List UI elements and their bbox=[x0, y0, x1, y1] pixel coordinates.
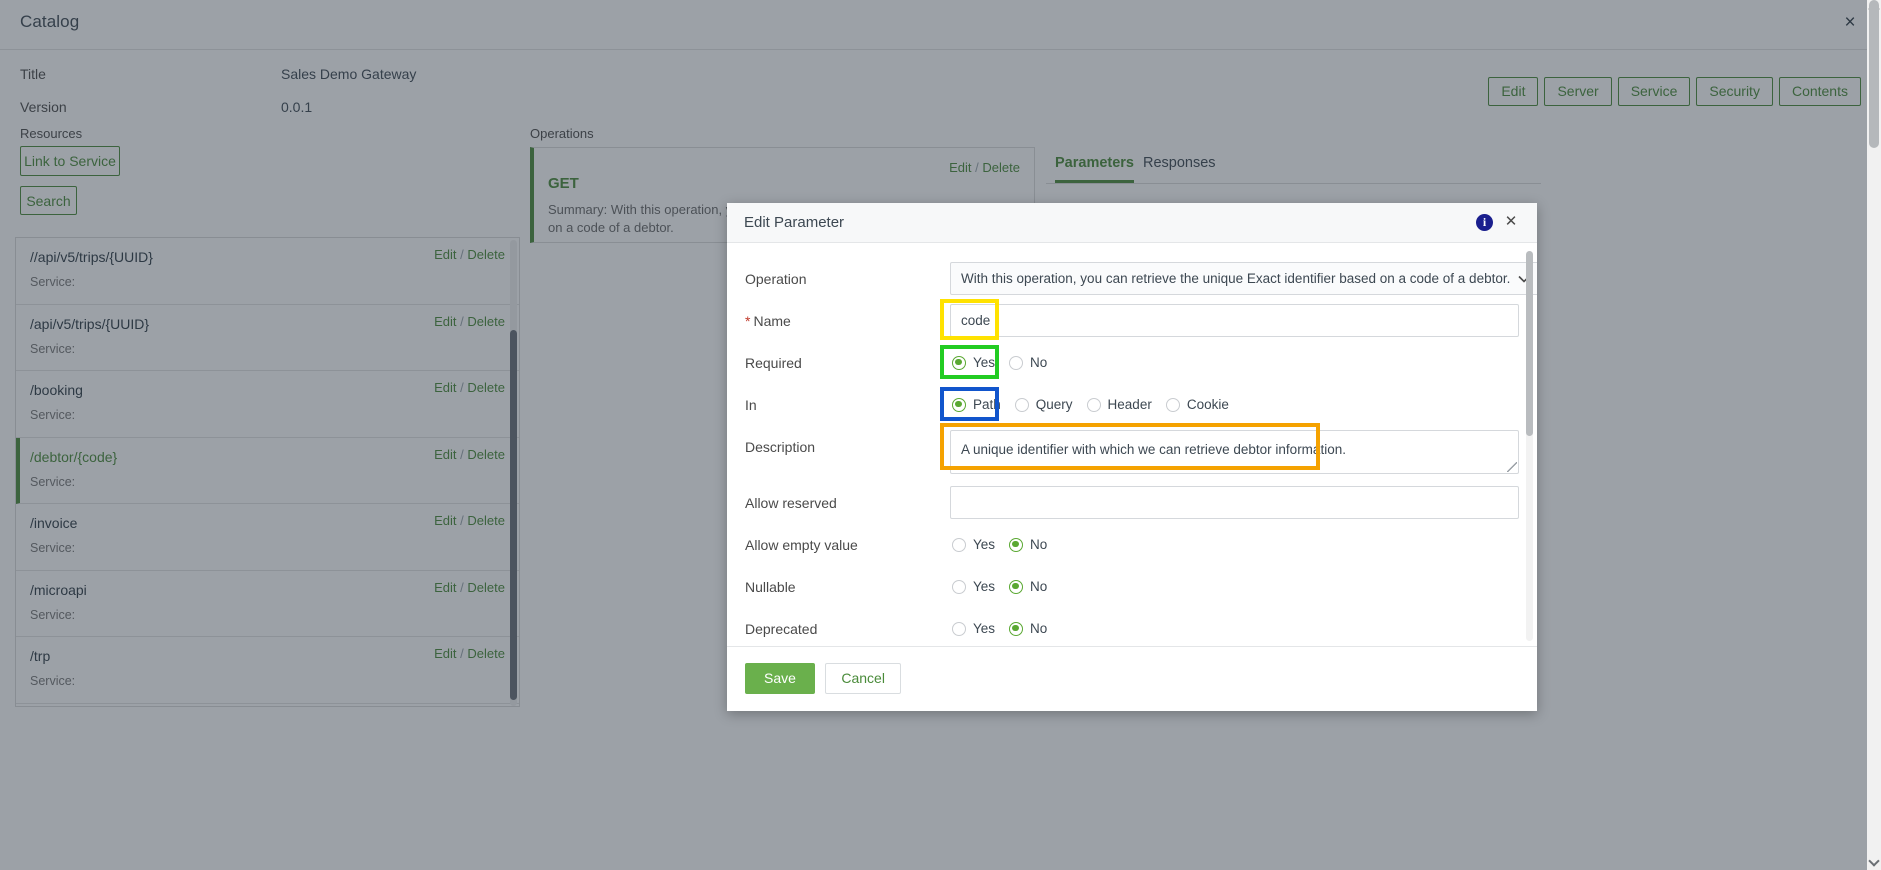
name-input[interactable]: code bbox=[950, 304, 1519, 337]
operation-field-control: With this operation, you can retrieve th… bbox=[950, 262, 1537, 295]
field-row-deprecated: Deprecated Yes No bbox=[745, 612, 1519, 646]
in-field-control: Path Query Header Cookie bbox=[950, 388, 1519, 421]
required-radio-no[interactable]: No bbox=[1007, 353, 1055, 372]
field-row-operation: Operation With this operation, you can r… bbox=[745, 262, 1537, 304]
nullable-no-label: No bbox=[1030, 579, 1048, 594]
field-row-allow-reserved: Allow reserved bbox=[745, 486, 1519, 528]
radio-dot-icon bbox=[1009, 355, 1024, 370]
scrollbar-thumb[interactable] bbox=[1526, 251, 1533, 436]
required-field-control: Yes No bbox=[950, 346, 1519, 379]
nullable-radio-group: Yes No bbox=[950, 570, 1519, 603]
allow-empty-radio-no[interactable]: No bbox=[1007, 535, 1055, 554]
in-field-label: In bbox=[745, 397, 757, 413]
required-radio-group: Yes No bbox=[950, 346, 1519, 379]
save-button[interactable]: Save bbox=[745, 663, 815, 694]
name-field-control: code bbox=[950, 304, 1519, 337]
nullable-field-label: Nullable bbox=[745, 579, 796, 595]
field-row-name: * Name code bbox=[745, 304, 1519, 346]
field-row-in: In Path Query Header Cookie bbox=[745, 388, 1519, 430]
deprecated-radio-group: Yes No bbox=[950, 612, 1519, 645]
operation-select[interactable]: With this operation, you can retrieve th… bbox=[950, 262, 1537, 295]
radio-dot-icon bbox=[952, 397, 966, 412]
allow-empty-no-label: No bbox=[1030, 537, 1048, 552]
deprecated-radio-no[interactable]: No bbox=[1007, 619, 1055, 638]
operation-field-label: Operation bbox=[745, 271, 807, 287]
radio-dot-icon bbox=[952, 537, 966, 552]
dialog-header: Edit Parameter i ✕ bbox=[727, 203, 1537, 243]
radio-dot-icon bbox=[1009, 621, 1024, 636]
radio-dot-icon bbox=[1165, 397, 1180, 412]
field-row-allow-empty-value: Allow empty value Yes No bbox=[745, 528, 1519, 570]
nullable-radio-yes[interactable]: Yes bbox=[950, 577, 1003, 596]
info-icon[interactable]: i bbox=[1476, 214, 1493, 231]
description-field-control: A unique identifier with which we can re… bbox=[950, 430, 1519, 474]
resize-grip-icon[interactable] bbox=[1507, 462, 1517, 472]
radio-dot-icon bbox=[1009, 537, 1024, 552]
scrollbar-thumb[interactable] bbox=[1869, 0, 1879, 148]
page-scrollbar[interactable] bbox=[1867, 0, 1881, 870]
allow-reserved-field-label: Allow reserved bbox=[745, 495, 837, 511]
radio-dot-icon bbox=[952, 621, 966, 636]
radio-dot-icon bbox=[952, 579, 966, 594]
required-radio-yes[interactable]: Yes bbox=[950, 353, 1003, 372]
radio-dot-icon bbox=[1086, 397, 1101, 412]
in-radio-header[interactable]: Header bbox=[1085, 395, 1160, 414]
allow-empty-value-field-label: Allow empty value bbox=[745, 537, 858, 553]
in-option-label: Cookie bbox=[1186, 397, 1229, 412]
nullable-radio-no[interactable]: No bbox=[1007, 577, 1055, 596]
deprecated-yes-label: Yes bbox=[973, 621, 996, 636]
radio-dot-icon bbox=[1014, 397, 1029, 412]
in-option-label: Header bbox=[1107, 397, 1152, 412]
deprecated-radio-yes[interactable]: Yes bbox=[950, 619, 1003, 638]
deprecated-field-control: Yes No bbox=[950, 612, 1519, 645]
in-option-label: Path bbox=[973, 397, 1001, 412]
required-field-label: Required bbox=[745, 355, 802, 371]
allow-reserved-input[interactable] bbox=[950, 486, 1519, 519]
dialog-footer: Save Cancel bbox=[727, 646, 1537, 711]
in-radio-cookie[interactable]: Cookie bbox=[1164, 395, 1237, 414]
close-icon[interactable]: ✕ bbox=[1501, 212, 1521, 232]
dialog-scrollbar[interactable] bbox=[1526, 251, 1533, 641]
dialog-title: Edit Parameter bbox=[744, 214, 845, 231]
cancel-button[interactable]: Cancel bbox=[825, 663, 901, 694]
in-option-label: Query bbox=[1035, 397, 1073, 412]
in-radio-path[interactable]: Path bbox=[950, 395, 1009, 414]
in-radio-group: Path Query Header Cookie bbox=[950, 388, 1519, 421]
allow-empty-radio-yes[interactable]: Yes bbox=[950, 535, 1003, 554]
radio-dot-icon bbox=[1009, 579, 1024, 594]
description-textarea[interactable]: A unique identifier with which we can re… bbox=[950, 430, 1519, 474]
in-radio-query[interactable]: Query bbox=[1013, 395, 1081, 414]
allow-reserved-field-control bbox=[950, 486, 1519, 519]
dialog-body: Operation With this operation, you can r… bbox=[727, 243, 1537, 646]
description-field-label: Description bbox=[745, 439, 816, 455]
allow-empty-radio-group: Yes No bbox=[950, 528, 1519, 561]
radio-dot-icon bbox=[952, 355, 966, 370]
nullable-field-control: Yes No bbox=[950, 570, 1519, 603]
field-row-description: Description A unique identifier with whi… bbox=[745, 430, 1519, 486]
deprecated-no-label: No bbox=[1030, 621, 1048, 636]
required-asterisk: * bbox=[745, 313, 751, 329]
allow-empty-yes-label: Yes bbox=[973, 537, 996, 552]
deprecated-field-label: Deprecated bbox=[745, 621, 818, 637]
field-row-nullable: Nullable Yes No bbox=[745, 570, 1519, 612]
name-field-label: * Name bbox=[745, 304, 950, 329]
edit-parameter-dialog: Edit Parameter i ✕ Operation With this o… bbox=[727, 203, 1537, 711]
required-no-label: No bbox=[1030, 355, 1048, 370]
nullable-yes-label: Yes bbox=[973, 579, 996, 594]
app-root: Catalog × Title Sales Demo Gateway Versi… bbox=[0, 0, 1881, 870]
field-row-required: Required Yes No bbox=[745, 346, 1519, 388]
allow-empty-value-field-control: Yes No bbox=[950, 528, 1519, 561]
operation-select-value: With this operation, you can retrieve th… bbox=[961, 271, 1511, 286]
name-label-text: Name bbox=[753, 313, 791, 329]
required-yes-label: Yes bbox=[973, 355, 996, 370]
scroll-down-arrow-icon[interactable] bbox=[1868, 855, 1880, 867]
